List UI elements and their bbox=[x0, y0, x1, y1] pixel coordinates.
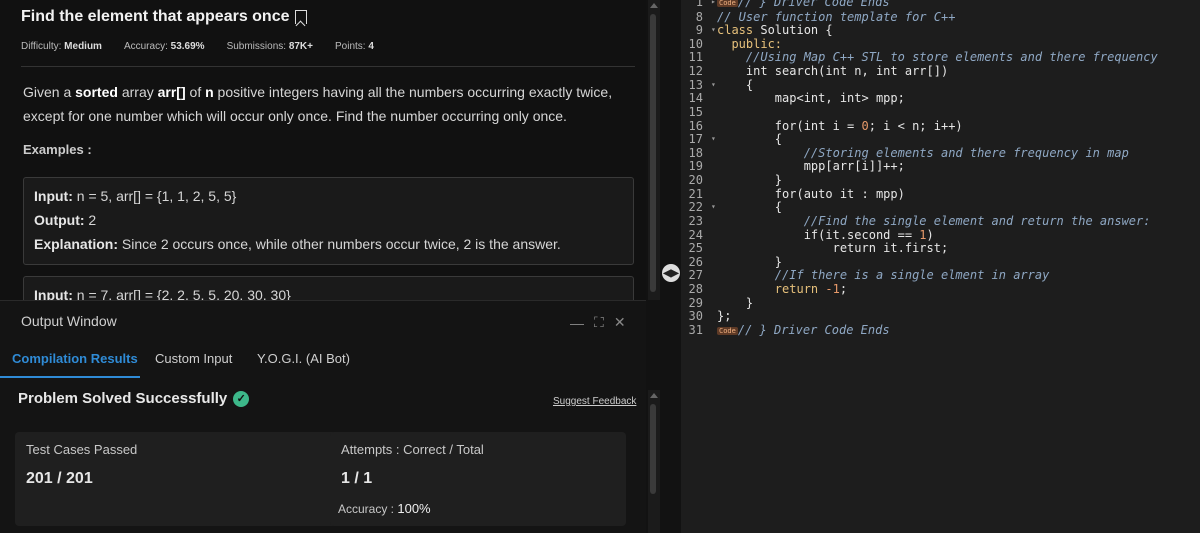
problem-scrollbar[interactable] bbox=[648, 0, 660, 300]
code-line: } bbox=[717, 173, 783, 187]
fold-arrow-icon[interactable]: ▾ bbox=[711, 80, 716, 89]
accuracy: Accuracy: 53.69% bbox=[123, 41, 205, 52]
output-window-controls: — ⛶ ✕ bbox=[570, 314, 626, 331]
submissions: Submissions: 87K+ bbox=[226, 41, 313, 52]
code-line: //Using Map C++ STL to store elements an… bbox=[717, 50, 1158, 64]
code-line: //Find the single element and return the… bbox=[717, 214, 1151, 228]
code-line: for(auto it : mpp) bbox=[717, 187, 905, 201]
example-box-2: Input: n = 7, arr[] = {2, 2, 5, 5, 20, 3… bbox=[23, 276, 634, 300]
output-scrollbar[interactable] bbox=[648, 390, 660, 533]
code-line: return -1; bbox=[717, 282, 848, 296]
code-line: } bbox=[717, 255, 783, 269]
code-line: map<int, int> mpp; bbox=[717, 91, 905, 105]
code-line: return it.first; bbox=[717, 241, 949, 255]
difficulty: Difficulty: Medium bbox=[21, 41, 102, 52]
attempts-label: Attempts : Correct / Total bbox=[341, 442, 484, 457]
code-line: Code// } Driver Code Ends bbox=[717, 0, 890, 9]
attempts-value: 1 / 1 bbox=[341, 470, 373, 487]
code-line: { bbox=[717, 132, 783, 146]
output-tabs: Compilation Results Custom Input Y.O.G.I… bbox=[0, 345, 646, 378]
code-line: mpp[arr[i]]++; bbox=[717, 159, 905, 173]
status-text: Problem Solved Successfully bbox=[18, 390, 228, 407]
problem-meta: Difficulty: Medium Accuracy: 53.69% Subm… bbox=[21, 41, 374, 52]
suggest-feedback-link[interactable]: Suggest Feedback bbox=[553, 396, 636, 407]
panel-resize-handle[interactable]: ◀▶ bbox=[662, 264, 680, 282]
example-explanation: Explanation: Since 2 occurs once, while … bbox=[34, 236, 561, 252]
output-window: Output Window — ⛶ ✕ Compilation Results … bbox=[0, 300, 646, 533]
points: Points: 4 bbox=[335, 41, 374, 52]
code-line: // User function template for C++ bbox=[717, 10, 956, 24]
active-tab-indicator bbox=[0, 376, 140, 378]
code-line: } bbox=[717, 296, 754, 310]
example-input: Input: n = 5, arr[] = {1, 1, 2, 5, 5} bbox=[34, 188, 237, 204]
example-output: Output: 2 bbox=[34, 212, 97, 228]
code-line: int search(int n, int arr[]) bbox=[717, 64, 949, 78]
problem-description: Given a sorted array arr[] of n positive… bbox=[23, 84, 613, 124]
divider bbox=[21, 66, 635, 67]
output-window-title: Output Window bbox=[21, 313, 117, 329]
code-line: }; bbox=[717, 309, 732, 323]
code-line: class Solution { bbox=[717, 23, 833, 37]
example-box-1: Input: n = 5, arr[] = {1, 1, 2, 5, 5} Ou… bbox=[23, 177, 634, 265]
fold-arrow-icon[interactable]: ▾ bbox=[711, 202, 716, 211]
code-line: public: bbox=[717, 37, 783, 51]
problem-title-text: Find the element that appears once bbox=[21, 8, 290, 25]
code-line: if(it.second == 1) bbox=[717, 228, 934, 242]
tab-custom-input[interactable]: Custom Input bbox=[155, 351, 232, 366]
fold-arrow-icon[interactable]: ▾ bbox=[711, 134, 716, 143]
problem-title: Find the element that appears once bbox=[21, 8, 307, 26]
example-input-2: Input: n = 7, arr[] = {2, 2, 5, 5, 20, 3… bbox=[34, 287, 291, 300]
fold-arrow-icon[interactable]: ▸ bbox=[711, 0, 716, 6]
fullscreen-icon[interactable]: ⛶ bbox=[594, 314, 604, 331]
collapsed-code-tag[interactable]: Code bbox=[717, 326, 738, 335]
test-cases-value: 201 / 201 bbox=[26, 470, 93, 487]
code-line: Code// } Driver Code Ends bbox=[717, 323, 890, 337]
accuracy-result: Accuracy : 100% bbox=[338, 501, 431, 516]
test-cases-label: Test Cases Passed bbox=[26, 442, 138, 457]
examples-heading: Examples : bbox=[23, 142, 92, 157]
test-cases-card: Test Cases Passed 201 / 201 bbox=[15, 432, 340, 526]
code-line: { bbox=[717, 200, 783, 214]
collapsed-code-tag[interactable]: Code bbox=[717, 0, 738, 7]
bookmark-icon[interactable] bbox=[294, 10, 307, 24]
status-message: Problem Solved Successfully ✓ bbox=[18, 390, 250, 407]
check-circle-icon: ✓ bbox=[233, 390, 250, 407]
code-line: //If there is a single elment in array bbox=[717, 268, 1050, 282]
line-number-gutter: 1 8 9 10 11 12 13 14 15 16 17 18 19 20 2… bbox=[681, 0, 709, 533]
code-line: //Storing elements and there frequency i… bbox=[717, 146, 1129, 160]
code-editor[interactable]: 1 8 9 10 11 12 13 14 15 16 17 18 19 20 2… bbox=[681, 0, 1200, 533]
close-icon[interactable]: ✕ bbox=[614, 314, 626, 331]
tab-compilation-results[interactable]: Compilation Results bbox=[12, 351, 138, 366]
tab-yogi-ai-bot[interactable]: Y.O.G.I. (AI Bot) bbox=[257, 351, 350, 366]
minimize-icon[interactable]: — bbox=[570, 315, 584, 331]
code-line: for(int i = 0; i < n; i++) bbox=[717, 119, 963, 133]
problem-statement: Find the element that appears once Diffi… bbox=[0, 0, 646, 300]
problem-panel: Find the element that appears once Diffi… bbox=[0, 0, 646, 533]
attempts-card: Attempts : Correct / Total 1 / 1 Accurac… bbox=[330, 432, 626, 526]
fold-arrow-icon[interactable]: ▾ bbox=[711, 25, 716, 34]
code-line: { bbox=[717, 78, 754, 92]
